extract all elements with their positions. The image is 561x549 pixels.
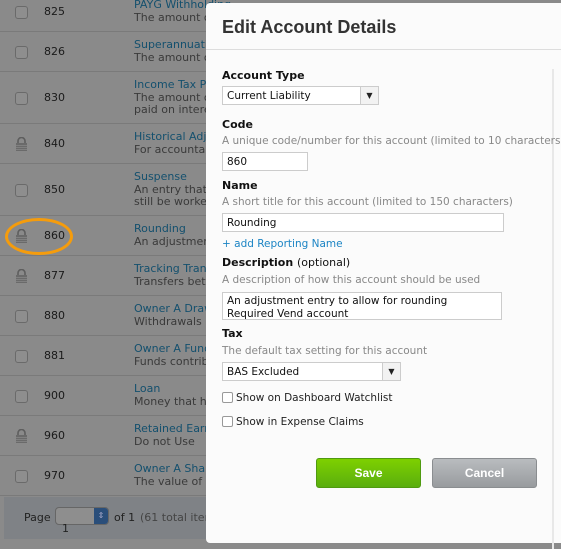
dialog-title: Edit Account Details <box>222 17 397 37</box>
account-code: 850 <box>44 183 65 196</box>
page-select[interactable]: 1 ⇕ <box>55 507 109 535</box>
account-code: 881 <box>44 349 65 362</box>
account-row[interactable]: 825 PAYG Withholding The amount of <box>0 0 231 32</box>
account-row[interactable]: 877 Tracking Trans Transfers betw <box>0 256 215 296</box>
account-description: The amount of <box>134 11 215 24</box>
account-code: 826 <box>44 45 65 58</box>
spinner-icon[interactable]: ⇕ <box>94 508 108 524</box>
account-description: An adjustment <box>134 235 215 248</box>
account-name-link[interactable]: Rounding <box>134 222 186 235</box>
name-label: Name <box>222 179 258 192</box>
account-name-link[interactable]: Owner A Drawi <box>134 302 216 315</box>
expense-claims-checkbox[interactable]: Show in Expense Claims <box>222 416 364 428</box>
add-reporting-name-link[interactable]: + add Reporting Name <box>222 238 343 250</box>
description-line: Required Vend account <box>227 307 349 320</box>
checkbox-icon[interactable] <box>222 392 233 403</box>
account-name-link[interactable]: Owner A Share <box>134 462 216 475</box>
account-description: Funds contribu <box>134 355 216 368</box>
code-input[interactable]: 860 <box>222 152 308 171</box>
name-hint: A short title for this account (limited … <box>222 196 513 208</box>
code-hint: A unique code/number for this account (l… <box>222 135 561 147</box>
tax-hint: The default tax setting for this account <box>222 345 428 357</box>
account-code: 970 <box>44 469 65 482</box>
account-row[interactable]: 880 Owner A Drawi Withdrawals by <box>0 296 219 336</box>
account-description: still be worked <box>134 195 214 208</box>
description-hint: A description of how this account should… <box>222 274 481 286</box>
account-code: 830 <box>44 91 65 104</box>
cancel-button[interactable]: Cancel <box>432 458 537 488</box>
account-row[interactable]: 881 Owner A Funds Funds contribu <box>0 336 217 376</box>
row-checkbox[interactable] <box>15 350 28 363</box>
account-name-link[interactable]: Loan <box>134 382 160 395</box>
account-row[interactable]: 826 Superannuation The amount of <box>0 32 222 72</box>
account-type-label: Account Type <box>222 69 305 82</box>
description-line: An adjustment entry to allow for roundin… <box>227 295 448 307</box>
row-checkbox[interactable] <box>15 310 28 323</box>
highlight-circle <box>5 218 73 255</box>
account-code: 840 <box>44 137 65 150</box>
account-row[interactable]: 900 Loan Money that has <box>0 376 219 416</box>
account-code: 880 <box>44 309 65 322</box>
account-row[interactable]: 970 Owner A Share The value of sh <box>0 456 218 496</box>
account-row[interactable]: 850 Suspense An entry that a still be worke… <box>0 164 217 216</box>
pagination: Page 1 ⇕ of 1 (61 total items) <box>4 497 225 539</box>
tax-select[interactable]: BAS Excluded ▼ <box>222 362 401 381</box>
lock-icon <box>16 137 27 151</box>
optional-text: (optional) <box>297 256 351 269</box>
watchlist-checkbox[interactable]: Show on Dashboard Watchlist <box>222 392 393 404</box>
row-checkbox[interactable] <box>15 92 28 105</box>
account-row[interactable]: 840 Historical Adju For accountant <box>0 124 217 164</box>
watchlist-label: Show on Dashboard Watchlist <box>236 392 393 404</box>
description-textarea[interactable]: An adjustment entry to allow for roundin… <box>222 292 502 320</box>
account-name-link[interactable]: Tracking Trans <box>134 262 212 275</box>
page-label: Page <box>24 511 51 524</box>
account-code: 825 <box>44 5 65 18</box>
account-description: For accountant <box>134 143 217 156</box>
account-name-link[interactable]: Income Tax Pa <box>134 78 213 91</box>
divider <box>206 49 561 50</box>
page-of: of 1 <box>114 511 136 524</box>
account-name-link[interactable]: Owner A Funds <box>134 342 217 355</box>
code-label: Code <box>222 118 253 131</box>
dropdown-arrow-icon: ▼ <box>382 363 400 380</box>
edit-account-dialog: Edit Account Details Account Type Curren… <box>206 3 561 549</box>
description-label-text: Description <box>222 256 294 269</box>
row-checkbox[interactable] <box>15 184 28 197</box>
expense-claims-label: Show in Expense Claims <box>236 416 364 428</box>
account-code: 960 <box>44 429 65 442</box>
account-name-link[interactable]: Suspense <box>134 170 187 183</box>
account-row[interactable]: 830 Income Tax Pa The amount of paid on int… <box>0 72 216 124</box>
row-checkbox[interactable] <box>15 46 28 59</box>
row-checkbox[interactable] <box>15 6 28 19</box>
description-label: Description (optional) <box>222 256 350 269</box>
account-row[interactable]: 960 Retained Earnin Do not Use <box>0 416 221 456</box>
account-description: paid on interes <box>134 103 217 116</box>
row-checkbox[interactable] <box>15 390 28 403</box>
lock-icon <box>16 269 27 283</box>
account-description: Transfers betw <box>134 275 215 288</box>
name-input[interactable]: Rounding <box>222 213 504 232</box>
checkbox-icon[interactable] <box>222 416 233 427</box>
dropdown-arrow-icon: ▼ <box>360 87 378 104</box>
tax-label: Tax <box>222 327 243 340</box>
account-type-select[interactable]: Current Liability ▼ <box>222 86 379 105</box>
lock-icon <box>16 429 27 443</box>
page-value: 1 <box>62 522 69 535</box>
tax-value: BAS Excluded <box>227 366 300 378</box>
account-name-link[interactable]: Historical Adju <box>134 130 213 143</box>
account-code: 900 <box>44 389 65 402</box>
account-description: Do not Use <box>134 435 195 448</box>
save-button[interactable]: Save <box>316 458 421 488</box>
row-checkbox[interactable] <box>15 470 28 483</box>
account-code: 877 <box>44 269 65 282</box>
account-type-value: Current Liability <box>227 90 311 102</box>
account-description: The amount of <box>134 51 215 64</box>
